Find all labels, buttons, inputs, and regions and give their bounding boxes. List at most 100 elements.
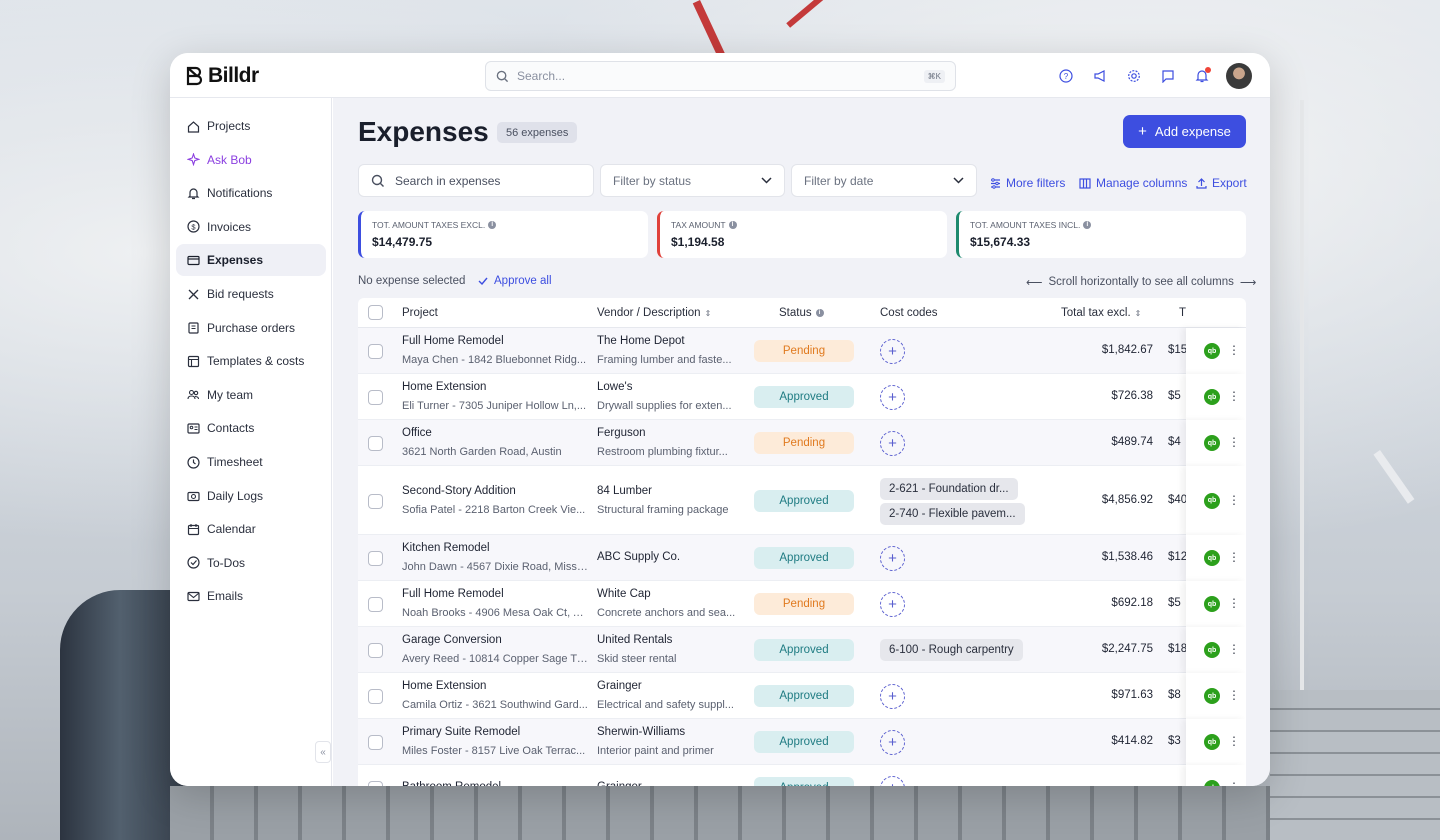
add-expense-button[interactable]: + Add expense: [1123, 115, 1246, 148]
more-options-icon[interactable]: ⋮: [1228, 689, 1240, 701]
add-cost-code-button[interactable]: +: [880, 546, 905, 571]
row-checkbox[interactable]: [368, 551, 383, 566]
table-row[interactable]: Home Extension Eli Turner - 7305 Juniper …: [358, 374, 1246, 420]
table-row[interactable]: Office 3621 North Garden Road, Austin Ferg…: [358, 420, 1246, 466]
status-badge[interactable]: Pending: [754, 432, 854, 454]
sidebar-item-my-team[interactable]: My team: [176, 379, 326, 411]
collapse-sidebar-button[interactable]: «: [315, 741, 331, 763]
manage-columns-button[interactable]: Manage columns: [1079, 176, 1187, 190]
global-search-input[interactable]: Search... ⌘K: [485, 61, 956, 91]
row-checkbox[interactable]: [368, 735, 383, 750]
column-header-project[interactable]: Project: [402, 307, 438, 319]
row-checkbox[interactable]: [368, 643, 383, 658]
sidebar-item-contacts[interactable]: Contacts: [176, 412, 326, 444]
more-options-icon[interactable]: ⋮: [1228, 735, 1240, 747]
column-header-total-tax-excl[interactable]: Total tax excl. ⇕: [1061, 307, 1141, 319]
row-checkbox[interactable]: [368, 344, 383, 359]
add-cost-code-button[interactable]: +: [880, 431, 905, 456]
status-badge[interactable]: Approved: [754, 777, 854, 786]
cost-code-chip[interactable]: 2-621 - Foundation dr...: [880, 477, 1018, 500]
status-badge[interactable]: Pending: [754, 593, 854, 615]
quickbooks-icon[interactable]: qb: [1204, 550, 1220, 566]
sidebar-item-expenses[interactable]: Expenses: [176, 244, 326, 277]
more-options-icon[interactable]: ⋮: [1228, 551, 1240, 563]
sidebar-item-bid-requests[interactable]: Bid requests: [176, 278, 326, 310]
quickbooks-icon[interactable]: qb: [1204, 734, 1220, 750]
quickbooks-icon[interactable]: qb: [1204, 492, 1220, 509]
avatar[interactable]: [1226, 63, 1252, 89]
more-options-icon[interactable]: ⋮: [1228, 344, 1240, 356]
add-cost-code-button[interactable]: +: [880, 684, 905, 709]
row-checkbox[interactable]: [368, 390, 383, 405]
select-all-checkbox[interactable]: [368, 305, 383, 320]
quickbooks-icon[interactable]: qb: [1204, 780, 1220, 786]
more-options-icon[interactable]: ⋮: [1228, 643, 1240, 655]
bell-icon[interactable]: [1192, 66, 1211, 86]
more-options-icon[interactable]: ⋮: [1228, 390, 1240, 402]
more-filters-button[interactable]: More filters: [990, 176, 1065, 190]
gear-icon[interactable]: [1124, 67, 1143, 86]
logo[interactable]: Billdr: [186, 64, 259, 88]
add-cost-code-button[interactable]: +: [880, 776, 905, 786]
sidebar-item-ask-bob[interactable]: Ask Bob: [176, 144, 326, 176]
row-checkbox[interactable]: [368, 781, 383, 786]
row-checkbox[interactable]: [368, 436, 383, 451]
sidebar-item-timesheet[interactable]: Timesheet: [176, 446, 326, 478]
quickbooks-icon[interactable]: qb: [1204, 688, 1220, 704]
quickbooks-icon[interactable]: qb: [1204, 343, 1220, 359]
table-row[interactable]: Full Home Remodel Maya Chen - 1842 Bluebo…: [358, 328, 1246, 374]
column-header-status[interactable]: Status i: [779, 307, 824, 319]
date-filter-select[interactable]: Filter by date: [791, 164, 977, 197]
more-options-icon[interactable]: ⋮: [1228, 436, 1240, 448]
quickbooks-icon[interactable]: qb: [1204, 389, 1220, 405]
row-checkbox[interactable]: [368, 689, 383, 704]
help-icon[interactable]: ?: [1056, 67, 1075, 86]
column-header-total-tax-incl[interactable]: T: [1179, 307, 1186, 319]
megaphone-icon[interactable]: [1090, 67, 1109, 86]
quickbooks-icon[interactable]: qb: [1204, 642, 1220, 658]
quickbooks-icon[interactable]: qb: [1204, 435, 1220, 451]
table-row[interactable]: Garage Conversion Avery Reed - 10814 Copp…: [358, 627, 1246, 673]
cost-code-chip[interactable]: 2-740 - Flexible pavem...: [880, 502, 1025, 525]
status-badge[interactable]: Approved: [754, 386, 854, 408]
row-checkbox[interactable]: [368, 493, 383, 509]
sidebar-item-daily-logs[interactable]: Daily Logs: [176, 480, 326, 512]
table-row[interactable]: Home Extension Camila Ortiz - 3621 Southw…: [358, 673, 1246, 719]
table-row[interactable]: Kitchen Remodel John Dawn - 4567 Dixie Ro…: [358, 535, 1246, 581]
chat-icon[interactable]: [1158, 67, 1177, 86]
status-badge[interactable]: Approved: [754, 489, 854, 512]
table-row[interactable]: Bathroom Remodel Grainger Approved + qb ⋮: [358, 765, 1246, 786]
status-filter-select[interactable]: Filter by status: [600, 164, 785, 197]
column-header-vendor[interactable]: Vendor / Description ⇕: [597, 307, 711, 319]
row-checkbox[interactable]: [368, 597, 383, 612]
table-row[interactable]: Second-Story Addition Sofia Patel - 2218 …: [358, 466, 1246, 535]
table-row[interactable]: Primary Suite Remodel Miles Foster - 8157…: [358, 719, 1246, 765]
column-header-cost-codes[interactable]: Cost codes: [880, 307, 938, 319]
status-badge[interactable]: Approved: [754, 685, 854, 707]
status-badge[interactable]: Approved: [754, 547, 854, 569]
sidebar-item-templates-costs[interactable]: Templates & costs: [176, 345, 326, 377]
cost-code-chip[interactable]: 6-100 - Rough carpentry: [880, 639, 1023, 661]
approve-all-button[interactable]: Approve all: [478, 275, 552, 287]
sidebar-item-notifications[interactable]: Notifications: [176, 177, 326, 209]
table-row[interactable]: Full Home Remodel Noah Brooks - 4906 Mesa…: [358, 581, 1246, 627]
add-cost-code-button[interactable]: +: [880, 385, 905, 410]
export-button[interactable]: Export: [1196, 176, 1247, 190]
add-cost-code-button[interactable]: +: [880, 730, 905, 755]
status-badge[interactable]: Pending: [754, 340, 854, 362]
expense-search-input[interactable]: Search in expenses: [358, 164, 594, 197]
add-cost-code-button[interactable]: +: [880, 339, 905, 364]
sidebar-item-to-dos[interactable]: To-Dos: [176, 547, 326, 579]
sidebar-item-invoices[interactable]: $ Invoices: [176, 211, 326, 243]
more-options-icon[interactable]: ⋮: [1228, 781, 1240, 786]
add-cost-code-button[interactable]: +: [880, 592, 905, 617]
sidebar-item-purchase-orders[interactable]: Purchase orders: [176, 312, 326, 344]
more-options-icon[interactable]: ⋮: [1228, 597, 1240, 609]
more-options-icon[interactable]: ⋮: [1228, 494, 1240, 506]
sidebar-item-emails[interactable]: Emails: [176, 580, 326, 612]
sidebar-item-calendar[interactable]: Calendar: [176, 513, 326, 545]
status-badge[interactable]: Approved: [754, 639, 854, 661]
status-badge[interactable]: Approved: [754, 731, 854, 753]
sidebar-item-projects[interactable]: Projects: [176, 110, 326, 142]
quickbooks-icon[interactable]: qb: [1204, 596, 1220, 612]
